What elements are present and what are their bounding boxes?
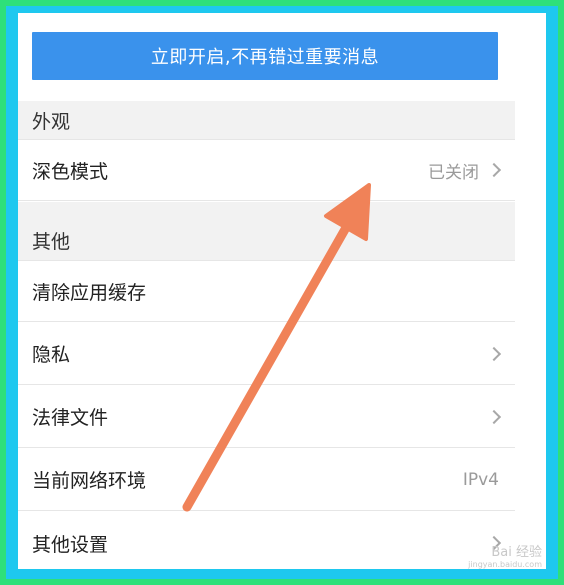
watermark-url: jingyan.baidu.com: [468, 560, 542, 569]
watermark: Bai 经验 jingyan.baidu.com: [468, 545, 542, 571]
annotation-arrow: [182, 183, 371, 512]
settings-screen: 立即开启,不再错过重要消息 外观 深色模式 已关闭 其他 清除应用缓存 隐私 法…: [18, 13, 546, 569]
watermark-brand: Bai 经验: [491, 545, 542, 560]
